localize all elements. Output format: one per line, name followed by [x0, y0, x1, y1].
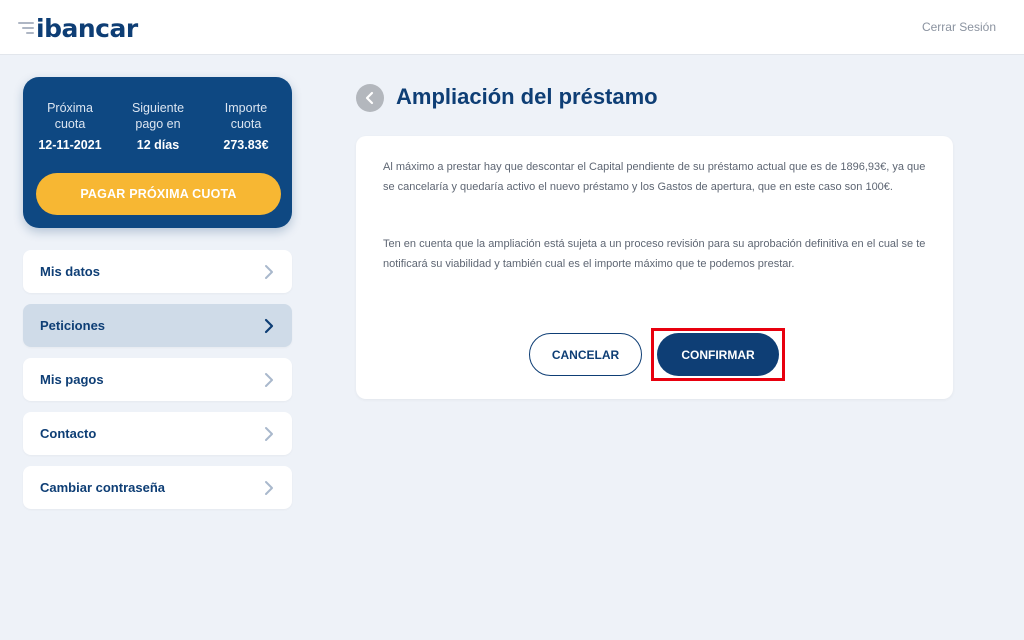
chevron-left-icon	[365, 91, 374, 105]
logo-text: ibancar	[36, 13, 138, 43]
sidebar-item-label: Cambiar contraseña	[40, 480, 165, 495]
logo-speed-lines-icon	[16, 19, 34, 37]
chevron-right-icon	[265, 373, 273, 387]
chevron-right-icon	[265, 265, 273, 279]
stat-value: 12-11-2021	[38, 138, 102, 152]
pay-next-installment-button[interactable]: PAGAR PRÓXIMA CUOTA	[36, 173, 281, 215]
chevron-right-icon	[265, 427, 273, 441]
sidebar-item-label: Mis datos	[40, 264, 100, 279]
stat-value: 273.83€	[223, 138, 269, 152]
logout-link[interactable]: Cerrar Sesión	[922, 20, 996, 34]
chevron-right-icon	[264, 318, 274, 334]
cancel-button[interactable]: CANCELAR	[529, 333, 642, 376]
stat-amount: Importe cuota 273.83€	[201, 100, 291, 152]
sidebar-item-label: Contacto	[40, 426, 97, 441]
info-paragraph-1: Al máximo a prestar hay que descontar el…	[383, 161, 926, 193]
sidebar-item-label: Peticiones	[40, 318, 106, 333]
loan-extension-card: Al máximo a prestar hay que descontar el…	[356, 136, 953, 399]
stat-label: Próxima cuota	[47, 101, 93, 131]
info-paragraph-2: Ten en cuenta que la ampliación está suj…	[383, 238, 926, 270]
top-bar: ibancar Cerrar Sesión	[0, 0, 1024, 55]
stat-label: Siguiente pago en	[131, 101, 185, 131]
sidebar-item-label: Mis pagos	[40, 372, 104, 387]
sidebar-item-mis-pagos[interactable]: Mis pagos	[23, 358, 292, 401]
back-button[interactable]	[356, 84, 384, 112]
page-title: Ampliación del préstamo	[396, 84, 658, 109]
chevron-right-icon	[265, 481, 273, 495]
stat-next-installment: Próxima cuota 12-11-2021	[25, 100, 115, 152]
sidebar-item-mis-datos[interactable]: Mis datos	[23, 250, 292, 293]
sidebar-item-cambiar-contrasena[interactable]: Cambiar contraseña	[23, 466, 292, 509]
sidebar-item-peticiones[interactable]: Peticiones	[23, 304, 292, 347]
loan-summary-card: Próxima cuota 12-11-2021 Siguiente pago …	[23, 77, 292, 228]
confirm-button[interactable]: CONFIRMAR	[657, 333, 779, 376]
stat-label: Importe cuota	[224, 101, 268, 131]
stat-value: 12 días	[136, 138, 180, 152]
sidebar-item-contacto[interactable]: Contacto	[23, 412, 292, 455]
ibancar-logo[interactable]: ibancar	[16, 12, 138, 44]
stat-next-payment: Siguiente pago en 12 días	[113, 100, 203, 152]
